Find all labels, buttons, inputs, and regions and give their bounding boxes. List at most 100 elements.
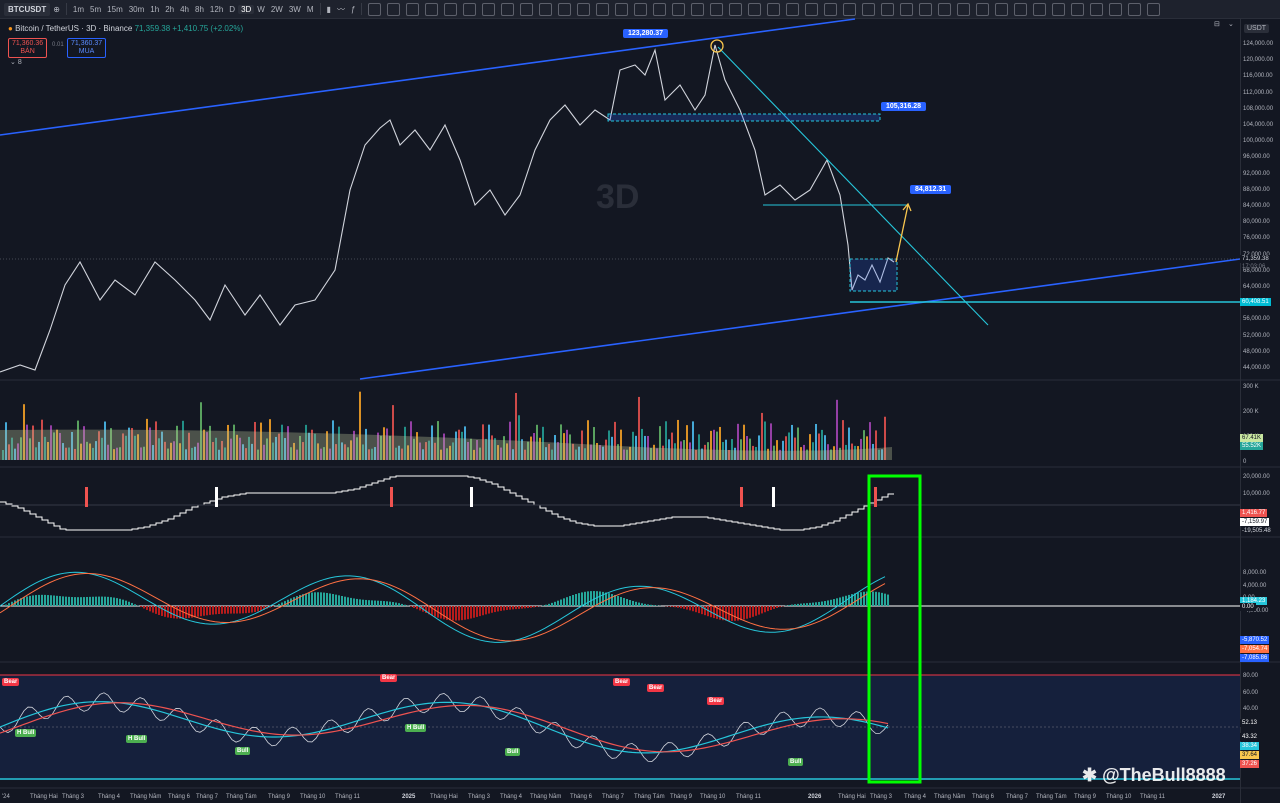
osc-tag: -7,159.97 — [1240, 518, 1270, 526]
time-axis-label: Tháng 11 — [335, 794, 360, 800]
macd-histogram-bar — [572, 594, 574, 606]
macd-histogram-bar — [815, 602, 817, 606]
target-callout: 84,812.31 — [910, 185, 952, 194]
macd-histogram-bar — [563, 598, 565, 606]
macd-histogram-bar — [800, 603, 802, 606]
oscillator-line — [0, 475, 894, 531]
macd-tag: -7,054.74 — [1240, 645, 1270, 653]
macd-histogram-bar — [476, 606, 478, 617]
time-axis-label: Tháng 9 — [1074, 794, 1097, 800]
macd-histogram-bar — [458, 606, 460, 621]
macd-histogram-bar — [146, 606, 148, 610]
osc-signal-bar — [215, 487, 218, 507]
time-axis-label: Tháng Hai — [30, 794, 58, 800]
macd-histogram-bar — [197, 606, 199, 617]
brand-watermark-text: @TheBull8888 — [1102, 765, 1226, 785]
macd-histogram-bar — [323, 592, 325, 606]
rsi-signal-bear: Bear — [380, 674, 398, 682]
macd-histogram-bar — [761, 606, 763, 614]
macd-histogram-bar — [755, 606, 757, 616]
macd-histogram-bar — [245, 606, 247, 614]
macd-histogram-bar — [74, 597, 76, 606]
macd-histogram-bar — [683, 606, 685, 609]
macd-histogram-bar — [56, 595, 58, 606]
macd-histogram-bar — [77, 597, 79, 606]
macd-histogram-bar — [416, 606, 418, 610]
macd-histogram-bar — [254, 606, 256, 613]
macd-histogram-bar — [788, 605, 790, 606]
macd-histogram-bar — [164, 606, 166, 617]
macd-histogram-bar — [575, 593, 577, 606]
macd-histogram-bar — [389, 601, 391, 606]
macd-histogram-bar — [749, 606, 751, 618]
price-tick: 100,000.00 — [1243, 138, 1274, 145]
macd-histogram-bar — [80, 597, 82, 606]
price-tick: 96,000.00 — [1243, 154, 1270, 161]
time-axis-label: Tháng Tám — [634, 794, 665, 800]
macd-histogram-bar — [212, 606, 214, 615]
macd-histogram-bar — [698, 606, 700, 614]
time-axis-label: Tháng 7 — [1006, 794, 1029, 800]
macd-tag: -7,085.86 — [1240, 654, 1270, 662]
macd-histogram-bar — [692, 606, 694, 612]
time-axis-label: Tháng 6 — [570, 794, 593, 800]
volume-tick: 200 K — [1243, 409, 1259, 415]
macd-histogram-bar — [272, 606, 274, 607]
time-axis-label: Tháng 9 — [670, 794, 693, 800]
macd-histogram-bar — [731, 606, 733, 621]
macd-histogram-bar — [44, 594, 46, 606]
osc-tag: -19,505.48 — [1242, 528, 1271, 534]
osc-tag: 1,416.77 — [1240, 509, 1268, 517]
macd-histogram-bar — [470, 606, 472, 619]
macd-histogram-bar — [239, 606, 241, 614]
macd-histogram-bar — [875, 591, 877, 606]
price-tick: 104,000.00 — [1243, 122, 1274, 128]
macd-histogram-bar — [509, 606, 511, 610]
rsi-signal-bear: Bear — [2, 678, 20, 686]
macd-histogram-bar — [386, 601, 388, 606]
macd-histogram-bar — [674, 606, 676, 608]
macd-histogram-bar — [233, 606, 235, 614]
macd-histogram-bar — [638, 602, 640, 606]
macd-histogram-bar — [734, 606, 736, 621]
macd-histogram-bar — [215, 606, 217, 615]
macd-histogram-bar — [611, 594, 613, 606]
macd-histogram-bar — [650, 604, 652, 606]
macd-histogram-bar — [257, 606, 259, 612]
macd-histogram-bar — [413, 606, 415, 608]
macd-histogram-bar — [500, 606, 502, 611]
macd-histogram-bar — [383, 601, 385, 606]
channel-lower-line — [359, 258, 1241, 380]
macd-histogram-bar — [623, 598, 625, 606]
macd-histogram-bar — [404, 604, 406, 606]
time-axis-label: Tháng Tám — [1036, 794, 1067, 800]
macd-histogram-bar — [803, 603, 805, 606]
macd-tag: -5,870.52 — [1240, 636, 1270, 644]
macd-histogram-bar — [827, 600, 829, 606]
osc-signal-bar — [740, 487, 743, 507]
macd-histogram-bar — [758, 606, 760, 615]
macd-histogram-bar — [485, 606, 487, 615]
macd-histogram-bar — [275, 605, 277, 606]
osc-signal-bar — [85, 487, 88, 507]
macd-histogram-bar — [641, 603, 643, 606]
macd-histogram-bar — [32, 595, 34, 606]
rsi-tick: 40.00 — [1243, 706, 1259, 712]
macd-histogram-bar — [812, 602, 814, 606]
macd-histogram-bar — [479, 606, 481, 617]
macd-histogram-bar — [35, 595, 37, 606]
macd-histogram-bar — [449, 606, 451, 621]
macd-histogram-bar — [83, 597, 85, 606]
macd-histogram-bar — [833, 599, 835, 606]
brand-watermark: ✱ @TheBull8888 — [1082, 765, 1226, 785]
macd-histogram-bar — [395, 602, 397, 606]
macd-histogram-bar — [188, 606, 190, 619]
volume-tick: 0 — [1243, 459, 1247, 465]
macd-histogram-bar — [545, 604, 547, 606]
macd-histogram-bar — [581, 592, 583, 606]
macd-histogram-bar — [149, 606, 151, 612]
macd-histogram-bar — [617, 595, 619, 606]
macd-histogram-bar — [53, 595, 55, 606]
macd-histogram-bar — [596, 591, 598, 606]
macd-histogram-bar — [68, 596, 70, 606]
